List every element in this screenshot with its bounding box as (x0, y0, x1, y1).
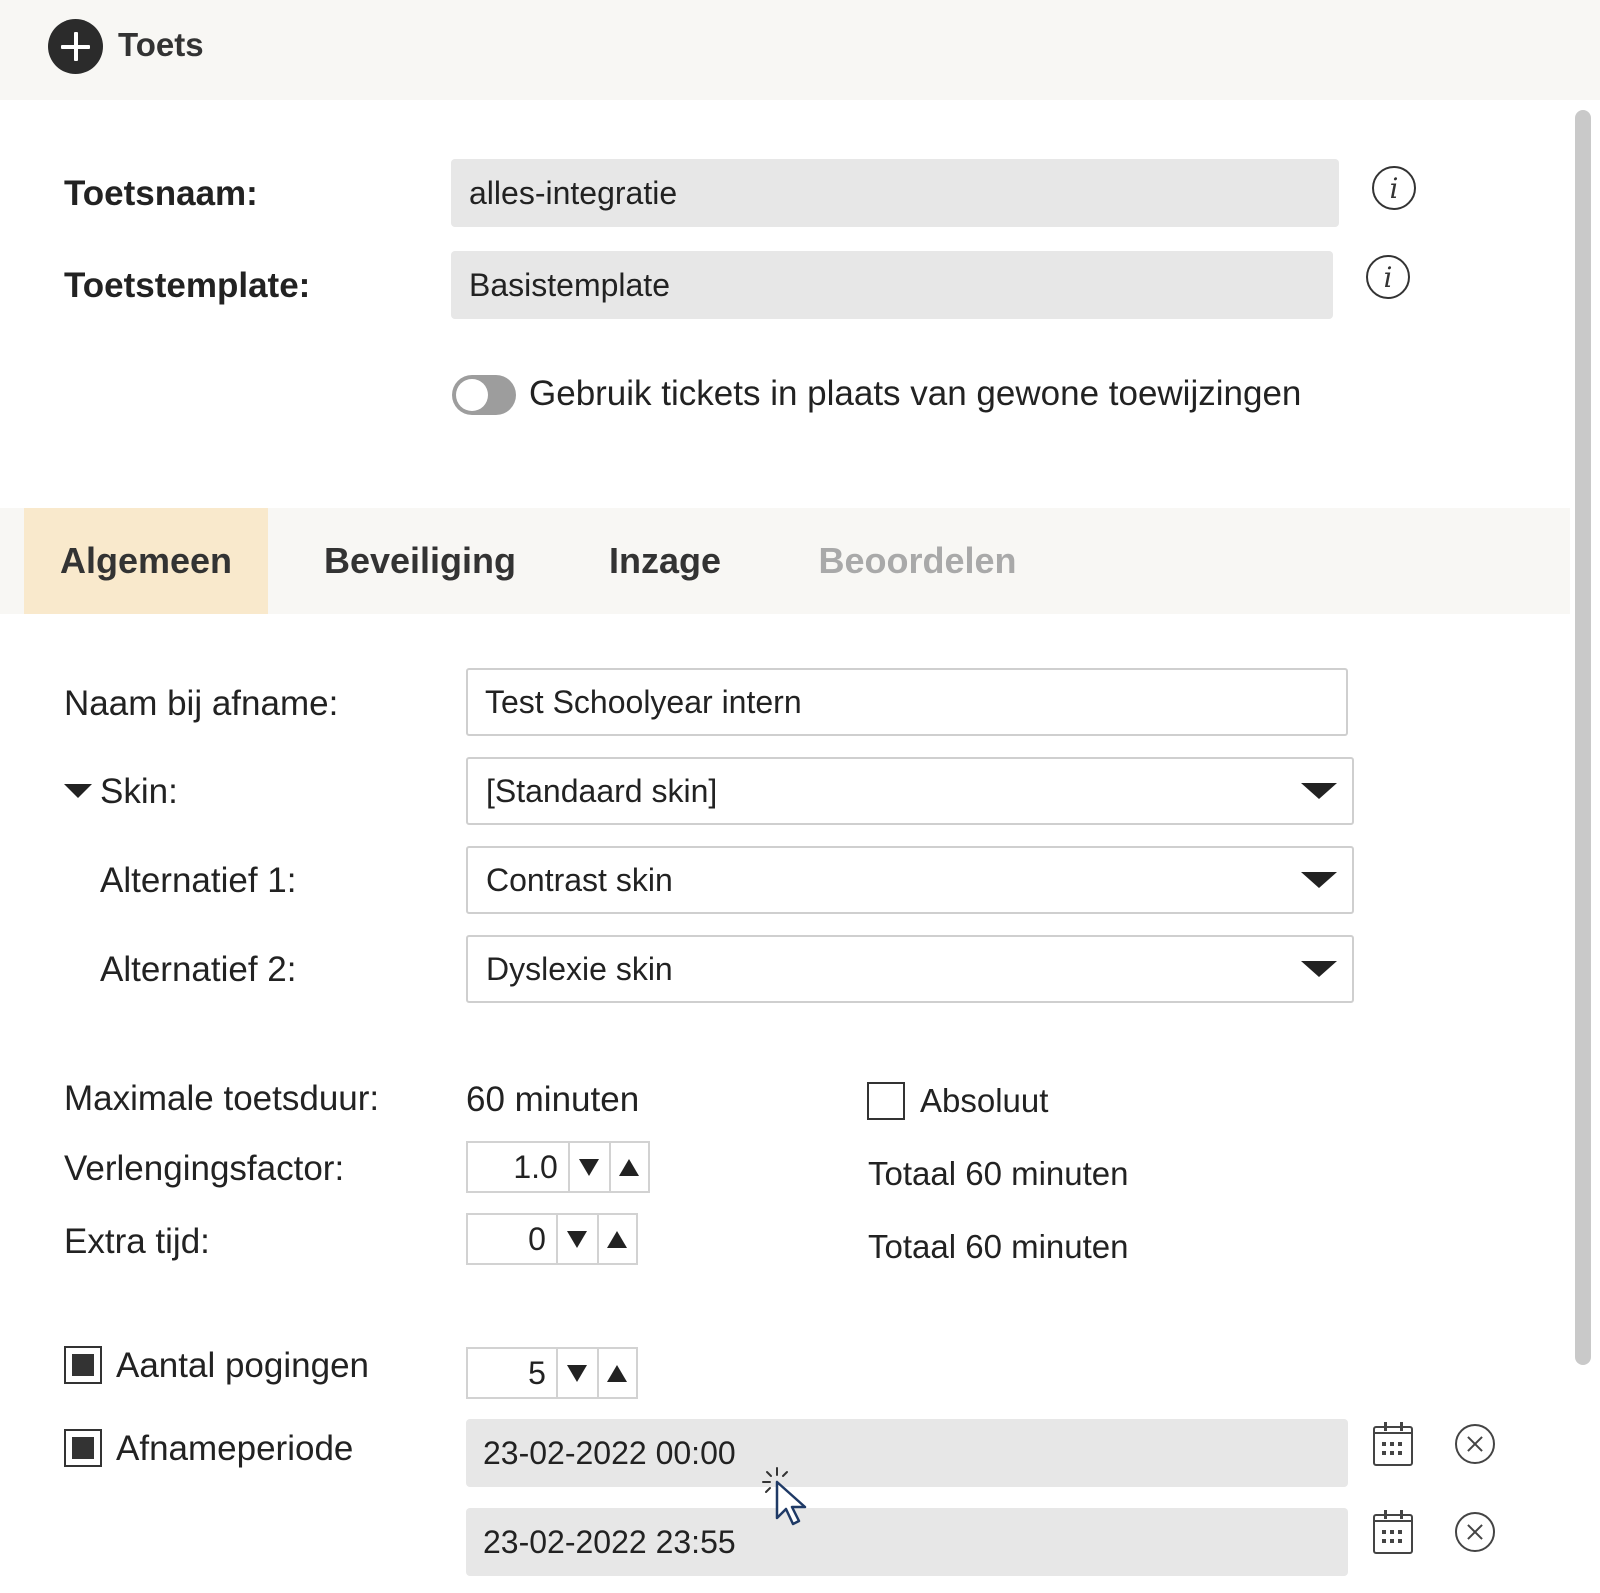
toetstemplate-field[interactable]: Basistemplate (451, 251, 1333, 319)
verlengingsfactor-stepper[interactable]: 1.0 (466, 1141, 650, 1193)
app-title: Toets (118, 26, 204, 63)
decrement-button[interactable] (558, 1349, 597, 1397)
arrow-down-icon (567, 1364, 588, 1382)
tickets-toggle[interactable] (452, 375, 516, 415)
chevron-down-icon (1301, 961, 1337, 977)
extra-tijd-value[interactable]: 0 (468, 1215, 558, 1263)
extra-tijd-stepper[interactable]: 0 (466, 1213, 638, 1265)
toetsnaam-field[interactable]: alles-integratie (451, 159, 1339, 227)
arrow-down-icon (567, 1230, 588, 1248)
clear-icon[interactable] (1455, 1512, 1495, 1552)
skin-select-value: [Standaard skin] (486, 772, 718, 809)
aantal-pogingen-checkbox[interactable] (64, 1346, 102, 1384)
verlengingsfactor-value[interactable]: 1.0 (468, 1143, 570, 1191)
afnameperiode-end-field[interactable]: 23-02-2022 23:55 (466, 1508, 1348, 1576)
triangle-down-icon[interactable] (64, 784, 92, 798)
chevron-down-icon (1301, 872, 1337, 888)
aantal-pogingen-label: Aantal pogingen (116, 1346, 369, 1385)
decrement-button[interactable] (558, 1215, 597, 1263)
decrement-button[interactable] (570, 1143, 609, 1191)
tab-algemeen[interactable]: Algemeen (24, 508, 268, 614)
increment-button[interactable] (608, 1143, 648, 1191)
skin-label: Skin: (100, 772, 178, 811)
alternatief-2-value: Dyslexie skin (486, 950, 673, 987)
arrow-up-icon (607, 1230, 628, 1248)
skin-select[interactable]: [Standaard skin] (466, 757, 1354, 825)
alternatief-2-select[interactable]: Dyslexie skin (466, 935, 1354, 1003)
toetstemplate-label: Toetstemplate: (64, 266, 311, 305)
info-icon[interactable]: i (1366, 255, 1410, 299)
increment-button[interactable] (596, 1349, 636, 1397)
tab-inzage[interactable]: Inzage (590, 508, 740, 614)
arrow-up-icon (619, 1158, 640, 1176)
app-header: Toets (0, 0, 1600, 100)
vertical-scrollbar[interactable] (1575, 110, 1591, 1365)
info-icon[interactable]: i (1372, 166, 1416, 210)
mouse-cursor-icon (762, 1467, 807, 1526)
toggle-knob (456, 379, 488, 411)
tab-beoordelen: Beoordelen (818, 540, 1017, 581)
alternatief-1-label: Alternatief 1: (100, 861, 297, 900)
toetsnaam-label: Toetsnaam: (64, 174, 258, 213)
naam-bij-afname-label: Naam bij afname: (64, 684, 339, 723)
alternatief-1-select[interactable]: Contrast skin (466, 846, 1354, 914)
afnameperiode-label: Afnameperiode (116, 1429, 354, 1468)
aantal-pogingen-value[interactable]: 5 (468, 1349, 558, 1397)
increment-button[interactable] (596, 1215, 636, 1263)
maximale-toetsduur-value: 60 minuten (466, 1080, 640, 1119)
aantal-pogingen-stepper[interactable]: 5 (466, 1347, 638, 1399)
maximale-toetsduur-label: Maximale toetsduur: (64, 1079, 380, 1118)
arrow-up-icon (607, 1364, 628, 1382)
plus-circle-icon[interactable] (48, 19, 103, 74)
absoluut-checkbox[interactable] (867, 1082, 905, 1120)
afnameperiode-start-field[interactable]: 23-02-2022 00:00 (466, 1419, 1348, 1487)
naam-bij-afname-input[interactable]: Test Schoolyear intern (466, 668, 1348, 736)
extra-tijd-label: Extra tijd: (64, 1222, 210, 1261)
alternatief-1-value: Contrast skin (486, 861, 673, 898)
verlenging-totaal: Totaal 60 minuten (868, 1155, 1129, 1192)
verlengingsfactor-label: Verlengingsfactor: (64, 1149, 345, 1188)
absoluut-label: Absoluut (920, 1082, 1049, 1119)
clear-icon[interactable] (1455, 1424, 1495, 1464)
calendar-icon[interactable] (1373, 1510, 1413, 1554)
calendar-icon[interactable] (1373, 1422, 1413, 1466)
arrow-down-icon (579, 1158, 600, 1176)
tickets-toggle-label: Gebruik tickets in plaats van gewone toe… (529, 374, 1302, 413)
alternatief-2-label: Alternatief 2: (100, 950, 297, 989)
tab-beveiliging[interactable]: Beveiliging (300, 508, 540, 614)
chevron-down-icon (1301, 783, 1337, 799)
extra-tijd-totaal: Totaal 60 minuten (868, 1228, 1129, 1265)
afnameperiode-checkbox[interactable] (64, 1429, 102, 1467)
